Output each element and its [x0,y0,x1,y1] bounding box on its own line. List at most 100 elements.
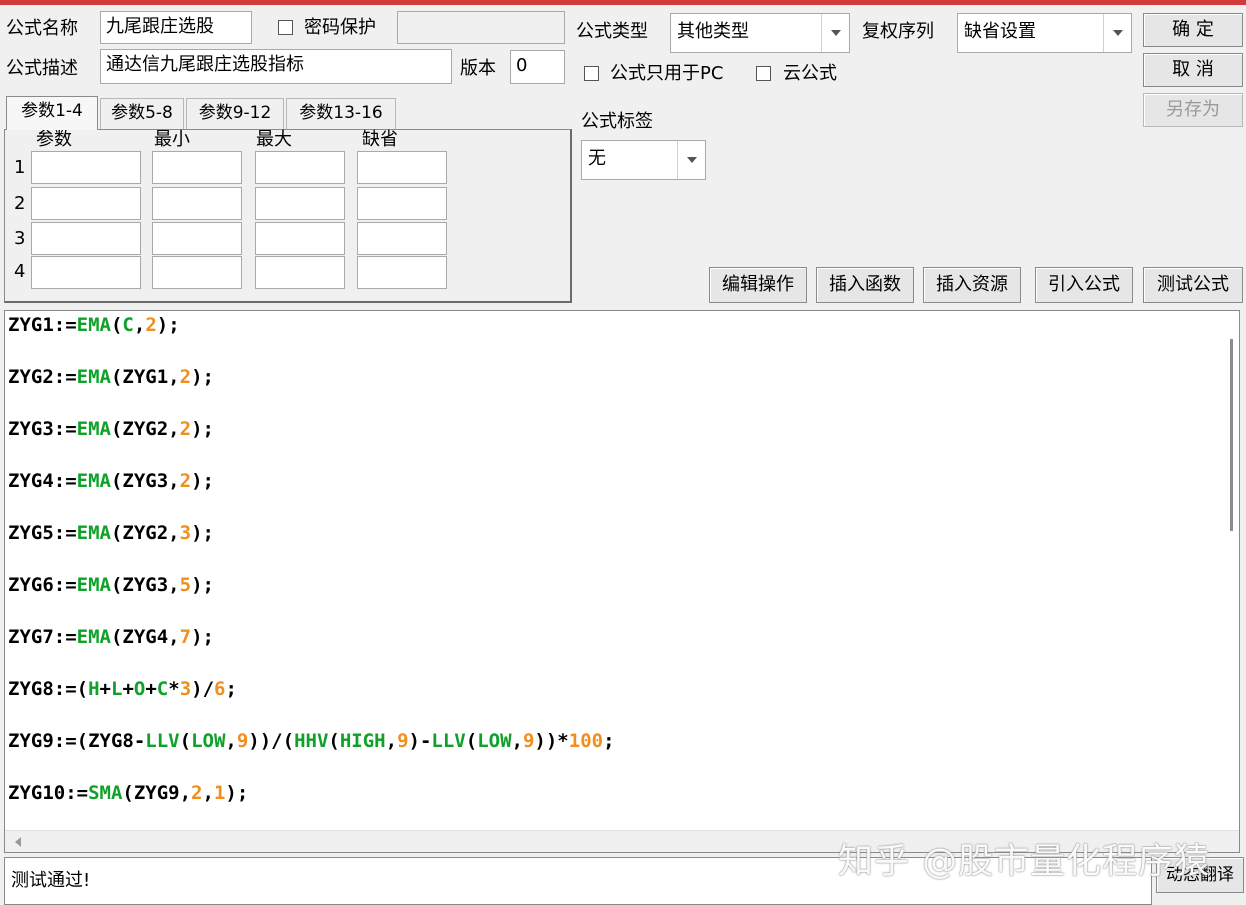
cloud-formula-checkbox[interactable] [756,66,771,81]
code-text-token: ))* [534,730,569,752]
code-line: ZYG9:=(ZYG8-LLV(LOW,9))/(HHV(HIGH,9)-LLV… [8,728,615,754]
version-input[interactable]: 0 [510,50,565,84]
code-function-token: LOW [191,730,226,752]
param-4-min-input[interactable] [152,256,242,289]
param-3-min-input[interactable] [152,222,242,255]
formula-desc-label: 公式描述 [6,58,78,79]
chevron-down-icon[interactable] [677,141,705,179]
title-accent-bar [0,0,1246,5]
code-text-token: ( [110,314,123,336]
cancel-button[interactable]: 取 消 [1143,53,1243,87]
scroll-thumb[interactable] [1230,339,1233,531]
version-label: 版本 [460,58,496,79]
code-function-token: EMA [76,314,111,336]
code-text-token: ); [191,418,214,440]
code-number-token: 9 [236,730,249,752]
param-1-default-input[interactable] [357,151,447,184]
code-text-token: , [133,314,146,336]
code-function-token: LLV [431,730,466,752]
code-line: ZYG10:=SMA(ZYG9,2,1); [8,780,248,806]
code-text-token: , [385,730,398,752]
param-2-min-input[interactable] [152,187,242,220]
param-3-name-input[interactable] [31,222,141,255]
pc-only-checkbox[interactable] [584,66,599,81]
test-formula-button[interactable]: 测试公式 [1143,267,1243,303]
param-row-number: 2 [14,193,26,214]
param-3-max-input[interactable] [255,222,345,255]
param-4-name-input[interactable] [31,256,141,289]
param-2-default-input[interactable] [357,187,447,220]
save-as-button[interactable]: 另存为 [1143,93,1243,127]
code-function-token: C [122,314,134,336]
edit-operations-button[interactable]: 编辑操作 [709,267,807,303]
formula-type-select[interactable]: 其他类型 [670,13,850,53]
password-protect-checkbox[interactable] [278,20,293,35]
formula-tag-select[interactable]: 无 [581,140,706,180]
param-header-name: 参数 [36,129,72,150]
code-number-token: 7 [179,626,192,648]
param-2-name-input[interactable] [31,187,141,220]
adjust-series-select[interactable]: 缺省设置 [957,13,1132,53]
import-formula-button[interactable]: 引入公式 [1035,267,1133,303]
formula-desc-input[interactable]: 通达信九尾跟庄选股指标 [100,49,452,84]
code-number-token: 2 [179,470,192,492]
insert-function-button[interactable]: 插入函数 [816,267,914,303]
code-text-token: ZYG3:= [8,418,77,440]
code-line: ZYG5:=EMA(ZYG2,3); [8,520,214,546]
tab-params-5-8[interactable]: 参数5-8 [100,98,184,129]
chevron-down-icon[interactable] [1103,14,1131,52]
tab-params-1-4[interactable]: 参数1-4 [6,96,98,130]
code-text-token: ZYG6:= [8,574,77,596]
code-text-token: (ZYG3, [110,574,180,596]
chevron-down-icon[interactable] [821,14,849,52]
param-1-name-input[interactable] [31,151,141,184]
code-function-token: C [156,678,169,700]
param-header-min: 最小 [154,129,190,150]
code-text-token: ZYG7:= [8,626,77,648]
formula-code-editor[interactable]: ZYG1:=EMA(C,2); ZYG2:=EMA(ZYG1,2); ZYG3:=E… [4,310,1240,853]
code-text-token: (ZYG2, [110,418,180,440]
param-4-max-input[interactable] [255,256,345,289]
code-function-token: O [133,678,146,700]
code-text-token: ; [603,730,615,752]
code-text-token: ); [225,782,249,804]
code-number-token: 2 [179,366,192,388]
code-text-token: ); [191,626,214,648]
code-text-token: , [511,730,523,752]
password-protect-label: 密码保护 [304,17,376,38]
code-number-token: 3 [179,678,192,700]
code-function-token: LOW [477,730,512,752]
scroll-left-icon[interactable] [15,837,21,847]
code-number-token: 5 [179,574,192,596]
code-text-token: , [225,730,237,752]
code-line: ZYG4:=EMA(ZYG3,2); [8,468,214,494]
code-text-token: ZYG5:= [8,522,77,544]
vertical-scrollbar[interactable] [1221,311,1239,831]
cloud-formula-label: 云公式 [783,63,837,84]
formula-name-input[interactable]: 九尾跟庄选股 [100,11,252,44]
password-input[interactable] [397,11,565,44]
tab-params-9-12[interactable]: 参数9-12 [186,98,284,129]
code-number-token: 1 [213,782,226,804]
code-text-token: , [202,782,214,804]
tab-params-13-16[interactable]: 参数13-16 [286,98,396,129]
param-1-min-input[interactable] [152,151,242,184]
param-row-number: 1 [14,157,26,178]
param-row-number: 4 [14,261,26,282]
code-number-token: 3 [179,522,192,544]
code-number-token: 2 [145,314,157,336]
param-3-default-input[interactable] [357,222,447,255]
code-number-token: 2 [179,418,192,440]
param-1-max-input[interactable] [255,151,345,184]
ok-button[interactable]: 确 定 [1143,13,1243,47]
code-line: ZYG2:=EMA(ZYG1,2); [8,364,214,390]
param-2-max-input[interactable] [255,187,345,220]
param-4-default-input[interactable] [357,256,447,289]
insert-resource-button[interactable]: 插入资源 [923,267,1021,303]
code-function-token: EMA [76,470,111,492]
code-text-token: (ZYG4, [110,626,180,648]
code-number-token: 6 [214,678,226,700]
code-function-token: EMA [76,626,111,648]
code-text-token: ZYG8:=( [8,678,89,700]
watermark-text: 知乎 @股市量化程序猿 [838,842,1211,882]
